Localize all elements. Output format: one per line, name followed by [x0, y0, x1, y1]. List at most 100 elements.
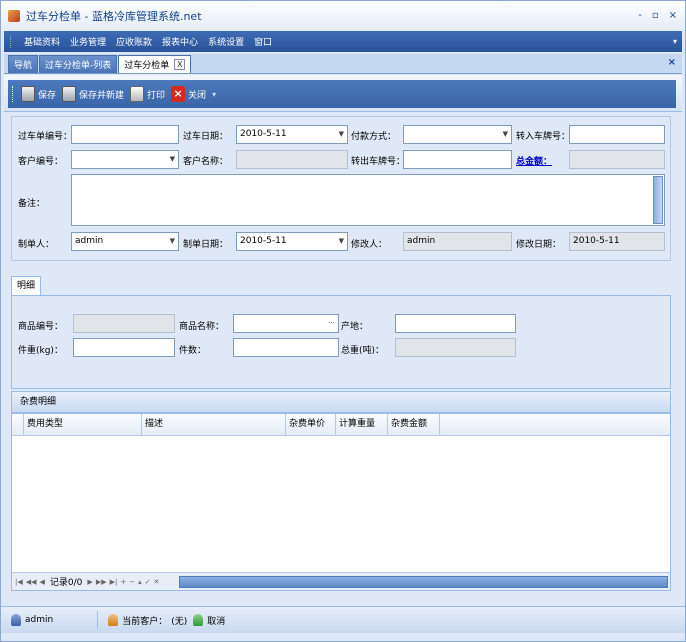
menu-chevron-down-icon[interactable]: ▾: [673, 37, 677, 46]
tab-label: 过车分检单: [124, 61, 170, 71]
tab-label: 过车分检单-列表: [45, 61, 112, 71]
remark-scrollbar[interactable]: [653, 176, 663, 224]
horizontal-scrollbar[interactable]: [179, 576, 668, 588]
total-weight-label: 总重(吨)：: [341, 346, 385, 356]
chevron-down-icon[interactable]: ▼: [170, 233, 175, 250]
prev-record-icon[interactable]: ◀: [40, 578, 45, 586]
total-amount-link[interactable]: 总金额：: [516, 154, 552, 167]
weight-input[interactable]: [73, 338, 175, 357]
add-record-icon[interactable]: +: [120, 578, 126, 586]
close-all-icon[interactable]: ×: [668, 57, 676, 68]
close-button[interactable]: × 关闭: [171, 86, 206, 102]
cancel-icon: [193, 614, 204, 626]
chevron-down-icon[interactable]: ▼: [170, 151, 175, 168]
goods-no-label: 商品编号：: [18, 322, 64, 332]
modifier-field: admin: [403, 232, 512, 251]
column-unit-price[interactable]: 杂费单价: [286, 414, 336, 435]
status-user-name: admin: [25, 615, 54, 625]
tab-transfer-form[interactable]: 过车分检单 X: [118, 55, 192, 73]
save-new-button[interactable]: 保存并新建: [62, 86, 124, 102]
grid-navigator: |◀ ◀◀ ◀ 记录0/0 ▶ ▶▶ ▶| + − ▴ ✓ ✕: [12, 572, 670, 590]
toolbar: 保存 保存并新建 打印 × 关闭 ▾: [4, 75, 682, 112]
status-cancel-label: 取消: [207, 616, 226, 627]
column-calc-weight[interactable]: 计算重量: [336, 414, 388, 435]
column-fee-type[interactable]: 费用类型: [24, 414, 142, 435]
payment-label: 付款方式：: [351, 132, 397, 142]
chevron-down-icon[interactable]: ▼: [339, 126, 344, 143]
toolbar-strip: 保存 保存并新建 打印 × 关闭 ▾: [8, 80, 676, 108]
delete-record-icon[interactable]: −: [129, 578, 135, 586]
printer-icon: [130, 86, 145, 102]
ellipsis-icon[interactable]: ···: [328, 315, 335, 332]
in-plate-input[interactable]: [569, 125, 665, 144]
restore-button[interactable]: ▫: [652, 10, 659, 21]
toolbar-chevron-down-icon[interactable]: ▾: [212, 90, 216, 99]
tab-detail[interactable]: 明细: [11, 276, 41, 296]
save-button[interactable]: 保存: [21, 86, 56, 102]
minimize-button[interactable]: -: [638, 10, 642, 21]
next-page-icon[interactable]: ▶▶: [96, 578, 107, 586]
out-plate-label: 转出车牌号：: [351, 157, 406, 167]
edit-record-icon[interactable]: ▴: [138, 578, 142, 586]
detail-panel: 商品编号： 商品名称： ··· 产地： 件重(kg)： 件数： 总重(吨)：: [11, 295, 671, 389]
chevron-down-icon[interactable]: ▼: [503, 126, 508, 143]
remark-textarea[interactable]: [71, 174, 665, 226]
tab-navigation[interactable]: 导航: [8, 55, 39, 73]
app-icon: [8, 10, 20, 22]
chevron-down-icon[interactable]: ▼: [339, 233, 344, 250]
goods-name-label: 商品名称：: [179, 322, 225, 332]
transfer-date-picker[interactable]: 2010-5-11 ▼: [236, 125, 348, 144]
out-plate-input[interactable]: [403, 150, 512, 169]
first-record-icon[interactable]: |◀: [15, 578, 23, 586]
last-record-icon[interactable]: ▶|: [110, 578, 118, 586]
create-date-label: 制单日期：: [183, 240, 229, 250]
customer-no-select[interactable]: ▼: [71, 150, 179, 169]
tab-label: 导航: [14, 61, 33, 71]
create-date-picker[interactable]: 2010-5-11 ▼: [236, 232, 348, 251]
menu-reports[interactable]: 报表中心: [157, 35, 203, 48]
navigator-buttons: |◀ ◀◀ ◀ 记录0/0 ▶ ▶▶ ▶| + − ▴ ✓ ✕: [12, 575, 159, 589]
count-input[interactable]: [233, 338, 339, 357]
fees-grid-header: 费用类型 描述 杂费单价 计算重量 杂费金额: [12, 414, 670, 436]
tab-transfer-list[interactable]: 过车分检单-列表: [39, 55, 118, 73]
menu-business[interactable]: 业务管理: [65, 35, 111, 48]
print-button[interactable]: 打印: [130, 86, 165, 102]
status-customer: 当前客户： (无): [108, 614, 187, 627]
payment-select[interactable]: ▼: [403, 125, 512, 144]
menu-window[interactable]: 窗口: [249, 35, 277, 48]
tab-close-icon[interactable]: X: [174, 59, 186, 70]
count-label: 件数：: [179, 346, 207, 356]
confirm-record-icon[interactable]: ✓: [145, 578, 151, 586]
column-fee-amount[interactable]: 杂费金额: [388, 414, 440, 435]
menu-receivables[interactable]: 应收账款: [111, 35, 157, 48]
window-title: 过车分检单 - 蓝格冷库管理系统.net: [26, 10, 202, 23]
goods-name-picker[interactable]: ···: [233, 314, 339, 333]
cancel-record-icon[interactable]: ✕: [153, 578, 159, 586]
goods-no-field: [73, 314, 175, 333]
menu-basic-data[interactable]: 基础资料: [19, 35, 65, 48]
menu-settings[interactable]: 系统设置: [203, 35, 249, 48]
fees-grid: 费用类型 描述 杂费单价 计算重量 杂费金额 |◀ ◀◀ ◀ 记录0/0 ▶ ▶…: [11, 413, 671, 591]
remark-label: 备注：: [18, 199, 46, 209]
status-cancel-button[interactable]: 取消: [193, 614, 225, 627]
menu-bar: 基础资料 业务管理 应收账款 报表中心 系统设置 窗口 ▾: [4, 31, 682, 52]
scrollbar-thumb[interactable]: [653, 176, 663, 224]
origin-input[interactable]: [395, 314, 516, 333]
prev-page-icon[interactable]: ◀◀: [26, 578, 37, 586]
close-window-button[interactable]: ×: [669, 10, 677, 21]
row-indicator-header: [12, 414, 24, 435]
transfer-no-input[interactable]: [71, 125, 179, 144]
title-bar: 过车分检单 - 蓝格冷库管理系统.net - ▫ ×: [1, 1, 685, 31]
column-description[interactable]: 描述: [142, 414, 286, 435]
print-label: 打印: [147, 90, 166, 101]
customer-name-label: 客户名称：: [183, 157, 229, 167]
customer-icon: [108, 614, 119, 626]
modify-date-field: 2010-5-11: [569, 232, 665, 251]
status-customer-label: 当前客户：: [122, 616, 168, 627]
transfer-date-label: 过车日期：: [183, 132, 229, 142]
in-plate-label: 转入车牌号：: [516, 132, 571, 142]
status-user: admin: [11, 614, 53, 626]
next-record-icon[interactable]: ▶: [87, 578, 92, 586]
creator-select[interactable]: admin ▼: [71, 232, 179, 251]
toolbar-grip: [12, 86, 15, 102]
